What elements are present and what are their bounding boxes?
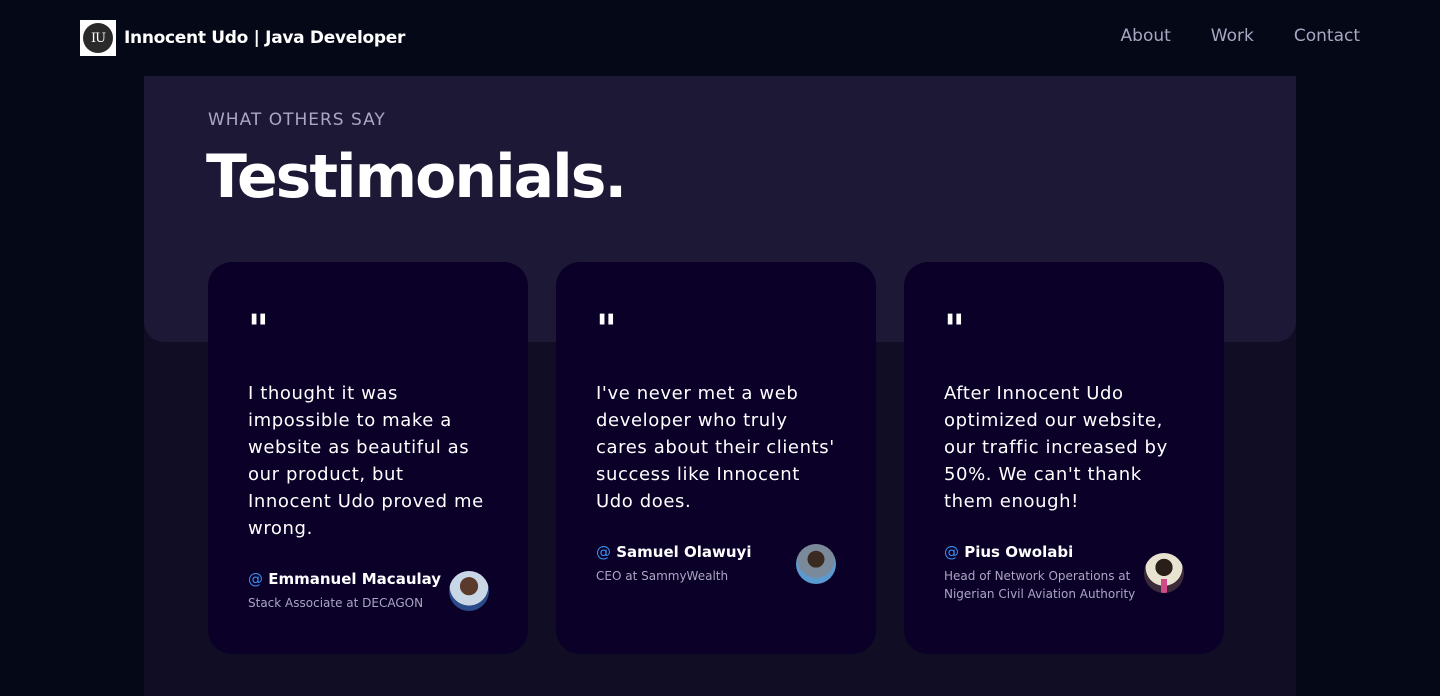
author-role: Head of Network Operations at Nigerian C… [944,569,1136,601]
testimonial-cards: " I thought it was impossible to make a … [208,262,1224,654]
testimonial-card: " I thought it was impossible to make a … [208,262,528,654]
nav-links: About Work Contact [1121,26,1360,46]
author-name-text: Samuel Olawuyi [616,543,752,561]
at-sign: @ [248,570,263,588]
testimonials-section: What others say Testimonials. " I though… [144,76,1296,696]
author-row: @ Samuel Olawuyi CEO at SammyWealth [596,543,836,585]
testimonial-card: " I've never met a web developer who tru… [556,262,876,654]
author-role: CEO at SammyWealth [596,569,729,583]
at-sign: @ [944,543,959,561]
author-name: @ Emmanuel Macaulay [248,570,441,588]
avatar [1144,553,1184,593]
testimonial-text: I've never met a web developer who truly… [596,383,835,512]
logo: IU [80,20,116,56]
testimonial-text: After Innocent Udo optimized our website… [944,383,1168,512]
author-info: @ Pius Owolabi Head of Network Operation… [944,543,1136,603]
quote-icon: " [596,307,617,353]
logo-monogram: IU [83,23,113,53]
author-name: @ Samuel Olawuyi [596,543,788,561]
quote-icon: " [944,307,965,353]
author-row: @ Emmanuel Macaulay Stack Associate at D… [248,570,490,612]
author-info: @ Emmanuel Macaulay Stack Associate at D… [248,570,441,612]
author-row: @ Pius Owolabi Head of Network Operation… [944,543,1184,603]
testimonial-card: " After Innocent Udo optimized our websi… [904,262,1224,654]
at-sign: @ [596,543,611,561]
navbar: IU Innocent Udo | Java Developer About W… [0,0,1440,76]
avatar [796,544,836,584]
author-role: Stack Associate at DECAGON [248,596,424,610]
quote-icon: " [248,307,269,353]
page: IU Innocent Udo | Java Developer About W… [0,0,1440,696]
author-name-text: Emmanuel Macaulay [268,570,442,588]
section-subheading: What others say [208,110,386,130]
testimonial-text: I thought it was impossible to make a we… [248,383,484,539]
author-info: @ Samuel Olawuyi CEO at SammyWealth [596,543,788,585]
author-name-text: Pius Owolabi [964,543,1074,561]
section-heading: Testimonials. [206,142,627,212]
nav-link-about[interactable]: About [1121,26,1171,46]
brand-link[interactable]: IU Innocent Udo | Java Developer [80,20,405,56]
avatar [449,571,490,611]
brand-name: Innocent Udo | Java Developer [124,28,406,48]
author-name: @ Pius Owolabi [944,543,1136,561]
nav-link-contact[interactable]: Contact [1294,26,1360,46]
nav-link-work[interactable]: Work [1211,26,1254,46]
